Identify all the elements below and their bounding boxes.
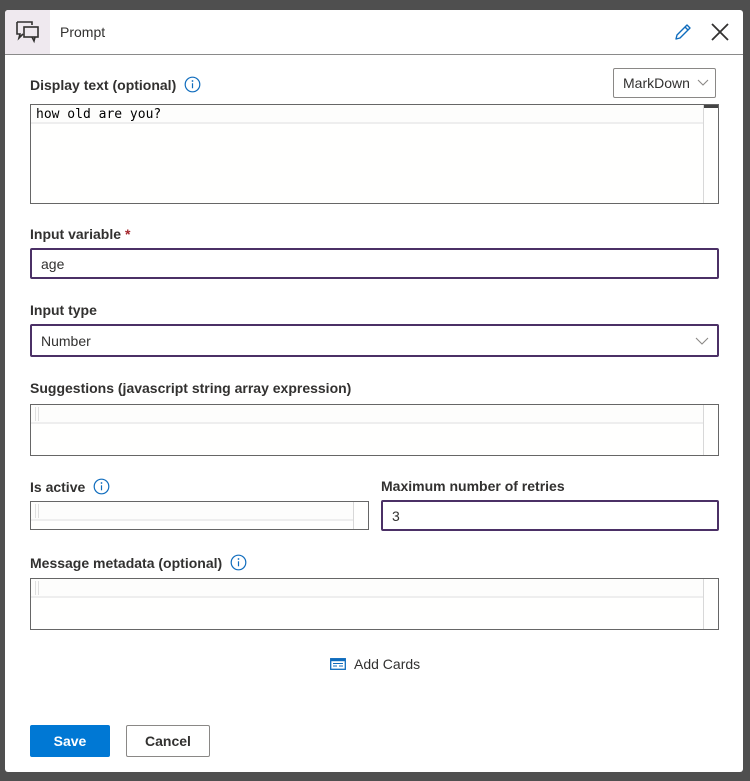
input-type-label: Input type [30,302,97,318]
display-text-editor[interactable]: how old are you? [30,104,719,204]
suggestions-label-text: Suggestions (javascript string array exp… [30,380,352,396]
format-select-value: MarkDown [623,75,690,91]
input-variable-value: age [41,255,65,272]
scrollbar-thumb[interactable] [704,105,718,108]
editor-scrollbar[interactable] [703,405,718,455]
message-metadata-label-text: Message metadata (optional) [30,554,223,571]
is-active-label: Is active [30,478,110,495]
display-text-value: how old are you? [36,107,162,122]
chevron-down-icon [697,79,709,86]
current-line-highlight [31,579,704,598]
info-icon[interactable] [230,554,247,571]
input-type-label-text: Input type [30,302,97,318]
required-indicator: * [125,226,131,242]
info-icon[interactable] [184,76,201,93]
dialog-header: Prompt [5,10,743,55]
input-variable-label-text: Input variable [30,226,122,242]
editor-scrollbar[interactable] [703,105,718,203]
close-icon[interactable] [710,22,730,42]
prompt-dialog: Prompt Display text (optional) MarkDown [5,10,743,772]
input-type-select[interactable]: Number [30,324,719,357]
card-icon [330,658,346,670]
message-metadata-editor[interactable] [30,578,719,630]
input-type-value: Number [41,332,91,349]
pencil-icon[interactable] [673,22,693,42]
info-icon[interactable] [93,478,110,495]
current-line-highlight [31,502,354,521]
input-variable-field[interactable]: age [30,248,719,279]
editor-cursor [35,504,39,518]
editor-scrollbar[interactable] [353,502,368,529]
suggestions-editor[interactable] [30,404,719,456]
add-cards-button[interactable]: Add Cards [330,656,420,672]
max-retries-value: 3 [392,507,400,524]
editor-scrollbar[interactable] [703,579,718,629]
is-active-label-text: Is active [30,478,86,495]
dialog-title: Prompt [60,24,106,40]
message-metadata-label: Message metadata (optional) [30,554,247,571]
max-retries-label: Maximum number of retries [381,478,565,494]
cancel-button[interactable]: Cancel [126,725,210,757]
add-cards-label: Add Cards [354,656,421,672]
display-text-label: Display text (optional) [30,76,201,93]
editor-cursor [35,407,39,421]
suggestions-label: Suggestions (javascript string array exp… [30,380,351,396]
is-active-editor[interactable] [30,501,369,530]
max-retries-field[interactable]: 3 [381,500,719,531]
format-select[interactable]: MarkDown [613,68,716,98]
display-text-label-text: Display text (optional) [30,76,177,93]
chat-bubbles-icon [5,10,50,54]
max-retries-label-text: Maximum number of retries [381,478,565,494]
save-button[interactable]: Save [30,725,110,757]
chevron-down-icon [695,337,709,345]
input-variable-label: Input variable * [30,226,130,242]
editor-cursor [35,581,39,595]
current-line-highlight [31,405,704,424]
